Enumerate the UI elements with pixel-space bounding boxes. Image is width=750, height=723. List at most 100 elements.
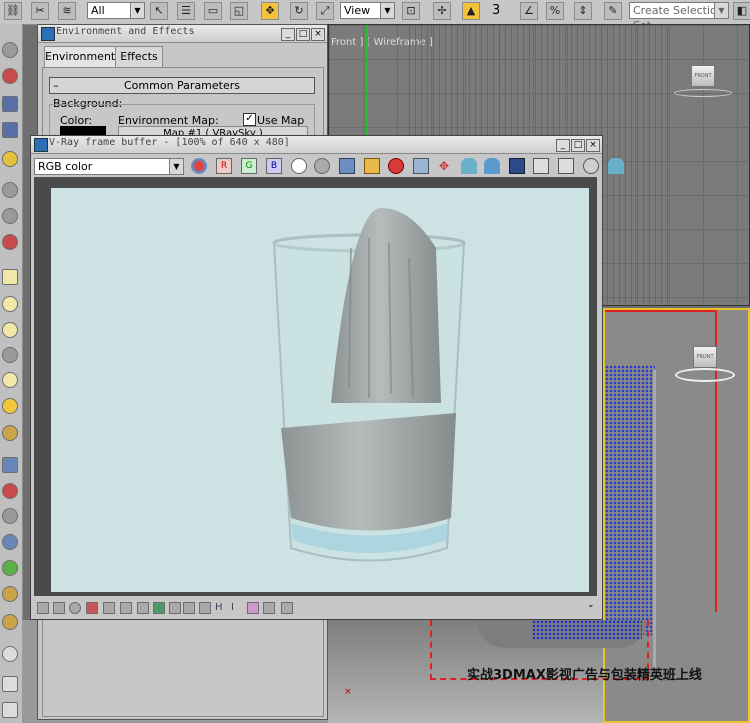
clear-icon[interactable] bbox=[388, 158, 404, 174]
mono-icon[interactable] bbox=[314, 158, 330, 174]
folder-icon[interactable] bbox=[364, 158, 380, 174]
plane-icon[interactable] bbox=[2, 646, 18, 662]
selection-filter-dropdown[interactable]: All ▼ bbox=[87, 2, 145, 19]
utilities-icon[interactable] bbox=[2, 182, 18, 198]
rgb-curves-icon[interactable] bbox=[86, 602, 98, 614]
tube-icon[interactable] bbox=[2, 676, 18, 692]
close-icon[interactable]: × bbox=[586, 139, 600, 152]
teapot-icon[interactable] bbox=[2, 234, 18, 250]
cylinder-icon[interactable] bbox=[2, 347, 18, 363]
edit-named-selection-icon[interactable]: ✎ bbox=[604, 2, 622, 20]
hierarchy-icon[interactable] bbox=[2, 96, 18, 112]
info-icon[interactable] bbox=[69, 602, 81, 614]
expand-icon[interactable]: ⌄ bbox=[587, 600, 595, 610]
percent-snap-icon[interactable]: % bbox=[546, 2, 564, 20]
modify-icon[interactable] bbox=[2, 68, 18, 84]
box-icon[interactable] bbox=[2, 269, 18, 285]
save-icon[interactable] bbox=[339, 158, 355, 174]
viewcube-label: FRONT bbox=[696, 354, 714, 360]
grid-object-icon[interactable] bbox=[2, 457, 18, 473]
unlink-icon[interactable]: ✂ bbox=[31, 2, 49, 20]
show-corrections-icon[interactable] bbox=[533, 158, 549, 174]
link-icon[interactable]: ⛓ bbox=[4, 2, 22, 20]
history-icon[interactable] bbox=[37, 602, 49, 614]
select-rotate-icon[interactable]: ↻ bbox=[290, 2, 308, 20]
geosphere-icon[interactable] bbox=[2, 322, 18, 338]
region-render-icon[interactable] bbox=[484, 158, 500, 174]
use-map-checkbox[interactable]: ✓ bbox=[243, 113, 256, 126]
pixel-info-icon[interactable] bbox=[281, 602, 293, 614]
alpha-white-icon[interactable] bbox=[291, 158, 307, 174]
angle-snap-icon[interactable]: ∠ bbox=[520, 2, 538, 20]
motion-icon[interactable] bbox=[2, 122, 18, 138]
vray-titlebar[interactable]: V-Ray frame buffer - [100% of 640 x 480]… bbox=[31, 136, 602, 154]
color-picker-icon[interactable] bbox=[191, 158, 207, 174]
maximize-icon[interactable]: □ bbox=[571, 139, 585, 152]
link-vfb-icon[interactable] bbox=[509, 158, 525, 174]
render-area[interactable] bbox=[34, 177, 597, 596]
selection-set-dropdown[interactable]: Create Selection Set ▼ bbox=[629, 2, 729, 32]
histogram-icon[interactable] bbox=[103, 602, 115, 614]
hedra-icon[interactable] bbox=[2, 614, 18, 630]
minimize-icon[interactable]: _ bbox=[556, 139, 570, 152]
knot-icon[interactable] bbox=[2, 586, 18, 602]
particle-icon[interactable] bbox=[2, 483, 18, 499]
crop-icon[interactable] bbox=[263, 602, 275, 614]
viewcube[interactable]: FRONT bbox=[693, 346, 717, 368]
channel-dropdown[interactable]: RGB color ▼ bbox=[34, 158, 184, 175]
mirror-icon[interactable]: ◧ bbox=[733, 2, 750, 20]
torus-icon[interactable] bbox=[2, 425, 18, 441]
ab-swap-icon[interactable] bbox=[247, 602, 259, 614]
stop-icon[interactable] bbox=[583, 158, 599, 174]
selection-region-icon[interactable]: ▭ bbox=[204, 2, 222, 20]
rollout-header[interactable]: – Common Parameters bbox=[49, 77, 315, 94]
cone-icon[interactable] bbox=[2, 296, 18, 312]
horizontal-compare-icon[interactable]: H bbox=[215, 602, 227, 614]
spinner-snap-icon[interactable]: ⇕ bbox=[574, 2, 592, 20]
maximize-icon[interactable]: □ bbox=[296, 28, 310, 41]
ocio-icon[interactable] bbox=[153, 602, 165, 614]
snap-toggle[interactable]: 3 bbox=[492, 3, 500, 18]
pivot-center-icon[interactable]: ⊡ bbox=[402, 2, 420, 20]
keyboard-shortcut-override-icon[interactable]: ▲ bbox=[462, 2, 480, 20]
teapot-render-icon[interactable] bbox=[461, 158, 477, 174]
vertical-compare-icon[interactable]: I bbox=[231, 602, 243, 614]
icc-icon[interactable] bbox=[169, 602, 181, 614]
select-move-icon[interactable]: ✥ bbox=[261, 2, 279, 20]
bind-spacewarp-icon[interactable]: ≋ bbox=[58, 2, 76, 20]
gear-icon[interactable] bbox=[2, 534, 18, 550]
duplicate-icon[interactable] bbox=[413, 158, 429, 174]
reference-coord-dropdown[interactable]: View ▼ bbox=[340, 2, 395, 19]
env-dialog-titlebar[interactable]: Environment and Effects _ □ × bbox=[38, 25, 327, 43]
select-object-icon[interactable]: ↖ bbox=[150, 2, 168, 20]
srgb-icon[interactable] bbox=[183, 602, 195, 614]
minimize-icon[interactable]: _ bbox=[281, 28, 295, 41]
red-channel-icon[interactable]: R bbox=[216, 158, 232, 174]
tab-environment[interactable]: Environment bbox=[44, 46, 116, 67]
select-by-name-icon[interactable]: ☰ bbox=[177, 2, 195, 20]
blue-channel-icon[interactable]: B bbox=[266, 158, 282, 174]
close-icon[interactable]: × bbox=[311, 28, 325, 41]
levels-bar-icon[interactable] bbox=[137, 602, 149, 614]
select-scale-icon[interactable]: ⤢ bbox=[316, 2, 334, 20]
lut-icon[interactable] bbox=[53, 602, 65, 614]
create-icon[interactable] bbox=[2, 42, 18, 58]
light-icon[interactable] bbox=[2, 398, 18, 414]
pyramid-icon[interactable] bbox=[2, 372, 18, 388]
cursor-track-icon[interactable]: ✥ bbox=[436, 158, 452, 174]
plant-icon[interactable] bbox=[2, 560, 18, 576]
compare-icon[interactable] bbox=[199, 602, 211, 614]
render-last-icon[interactable] bbox=[608, 158, 624, 174]
sphere-icon[interactable] bbox=[2, 208, 18, 224]
spacewarp-icon[interactable] bbox=[2, 508, 18, 524]
viewcube[interactable]: FRONT bbox=[691, 65, 715, 87]
display-icon[interactable] bbox=[2, 151, 18, 167]
rendered-image[interactable] bbox=[51, 188, 589, 592]
select-manipulate-icon[interactable]: ✢ bbox=[433, 2, 451, 20]
levels-icon[interactable] bbox=[558, 158, 574, 174]
tab-effects[interactable]: Effects bbox=[115, 46, 163, 67]
green-channel-icon[interactable]: G bbox=[241, 158, 257, 174]
exposure-icon[interactable] bbox=[120, 602, 132, 614]
helper-icon[interactable] bbox=[2, 702, 18, 718]
window-crossing-icon[interactable]: ◱ bbox=[230, 2, 248, 20]
